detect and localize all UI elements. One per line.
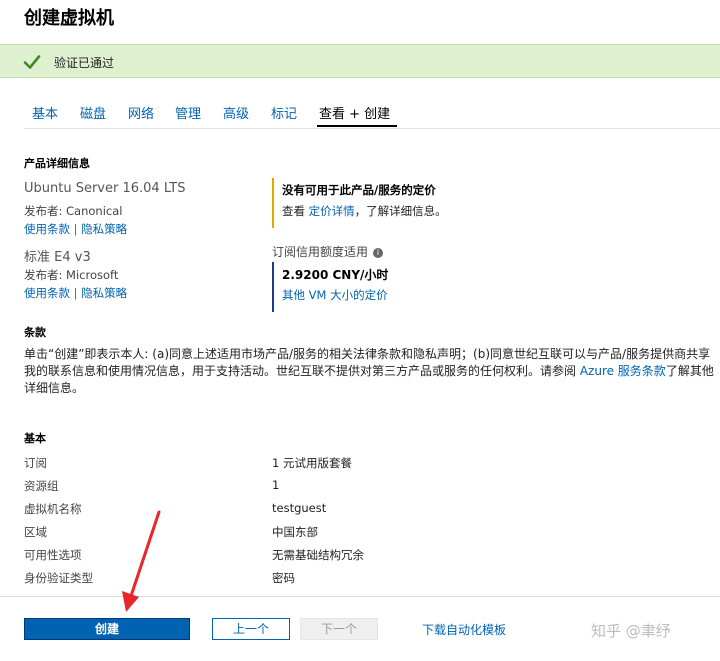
checkmark-icon — [23, 55, 41, 69]
basics-row-availability: 可用性选项 无需基础结构冗余 — [24, 547, 684, 567]
price-box: 2.9200 CNY/小时 其他 VM 大小的定价 — [272, 262, 524, 312]
tab-networking[interactable]: 网络 — [128, 103, 154, 122]
vm-size-name: 标准 E4 v3 — [24, 250, 91, 265]
terms-text: 单击“创建”即表示本人: (a)同意上述适用市场产品/服务的相关法律条款和隐私声… — [24, 346, 714, 397]
product-links: 使用条款 | 隐私策略 — [24, 221, 127, 237]
page-title: 创建虚拟机 — [24, 8, 114, 29]
row-value: 1 — [272, 478, 280, 492]
row-label: 身份验证类型 — [24, 571, 93, 585]
footer-divider — [0, 596, 720, 597]
pricing-warning-suffix: ，了解详细信息。 — [354, 204, 447, 218]
row-value: testguest — [272, 501, 327, 515]
row-label: 资源组 — [24, 479, 59, 493]
basics-row-auth-type: 身份验证类型 密码 — [24, 570, 684, 590]
row-label: 可用性选项 — [24, 548, 82, 562]
basics-heading: 基本 — [24, 432, 46, 445]
basics-row-vm-name: 虚拟机名称 testguest — [24, 501, 684, 521]
tab-divider — [24, 128, 720, 129]
row-value: 无需基础结构冗余 — [272, 548, 364, 562]
validation-banner: 验证已通过 — [0, 44, 720, 78]
tab-basics[interactable]: 基本 — [32, 103, 58, 122]
terms-of-use-link[interactable]: 使用条款 — [24, 286, 70, 300]
row-value: 1 元试用版套餐 — [272, 456, 352, 470]
pricing-warning-prefix: 查看 — [282, 204, 309, 218]
tab-review-create[interactable]: 查看 + 创建 — [319, 103, 390, 122]
terms-of-use-link[interactable]: 使用条款 — [24, 222, 70, 236]
pricing-details-link[interactable]: 定价详情 — [309, 204, 355, 218]
privacy-policy-link[interactable]: 隐私策略 — [81, 222, 127, 236]
azure-terms-link[interactable]: Azure 服务条款 — [580, 364, 666, 378]
active-tab-indicator — [317, 125, 397, 127]
vm-size-publisher: 发布者: Microsoft — [24, 268, 119, 282]
basics-row-subscription: 订阅 1 元试用版套餐 — [24, 455, 684, 475]
tab-tags[interactable]: 标记 — [271, 103, 297, 122]
subscription-credit-text: 订阅信用额度适用 — [272, 245, 369, 259]
watermark: 知乎 @聿纾 — [591, 622, 671, 640]
create-button[interactable]: 创建 — [24, 618, 190, 640]
validation-text: 验证已通过 — [54, 56, 115, 70]
terms-heading: 条款 — [24, 326, 46, 339]
pricing-warning-text: 查看 定价详情，了解详细信息。 — [282, 203, 447, 219]
other-vm-sizes-pricing-link[interactable]: 其他 VM 大小的定价 — [282, 287, 388, 303]
basics-row-resource-group: 资源组 1 — [24, 478, 684, 498]
info-icon[interactable]: i — [373, 248, 384, 258]
tab-management[interactable]: 管理 — [175, 103, 201, 122]
privacy-policy-link[interactable]: 隐私策略 — [81, 286, 127, 300]
subscription-credit-label: 订阅信用额度适用 i — [272, 243, 384, 260]
link-separator: | — [73, 286, 78, 300]
previous-button[interactable]: 上一个 — [212, 618, 290, 640]
row-label: 订阅 — [24, 456, 47, 470]
product-publisher: 发布者: Canonical — [24, 204, 123, 218]
product-details-heading: 产品详细信息 — [24, 157, 90, 170]
row-label: 虚拟机名称 — [24, 502, 82, 516]
pricing-warning-title: 没有可用于此产品/服务的定价 — [282, 183, 436, 197]
row-value: 密码 — [272, 571, 295, 585]
row-value: 中国东部 — [272, 525, 318, 539]
pricing-warning: 没有可用于此产品/服务的定价 查看 定价详情，了解详细信息。 — [272, 178, 574, 228]
basics-row-region: 区域 中国东部 — [24, 524, 684, 544]
link-separator: | — [73, 222, 78, 236]
tab-advanced[interactable]: 高级 — [223, 103, 249, 122]
vm-size-links: 使用条款 | 隐私策略 — [24, 285, 127, 301]
row-label: 区域 — [24, 525, 47, 539]
download-template-link[interactable]: 下载自动化模板 — [422, 621, 506, 638]
hourly-price: 2.9200 CNY/小时 — [282, 268, 389, 282]
next-button-disabled[interactable]: 下一个 — [300, 618, 378, 640]
tab-disks[interactable]: 磁盘 — [80, 103, 106, 122]
product-name: Ubuntu Server 16.04 LTS — [24, 181, 186, 196]
